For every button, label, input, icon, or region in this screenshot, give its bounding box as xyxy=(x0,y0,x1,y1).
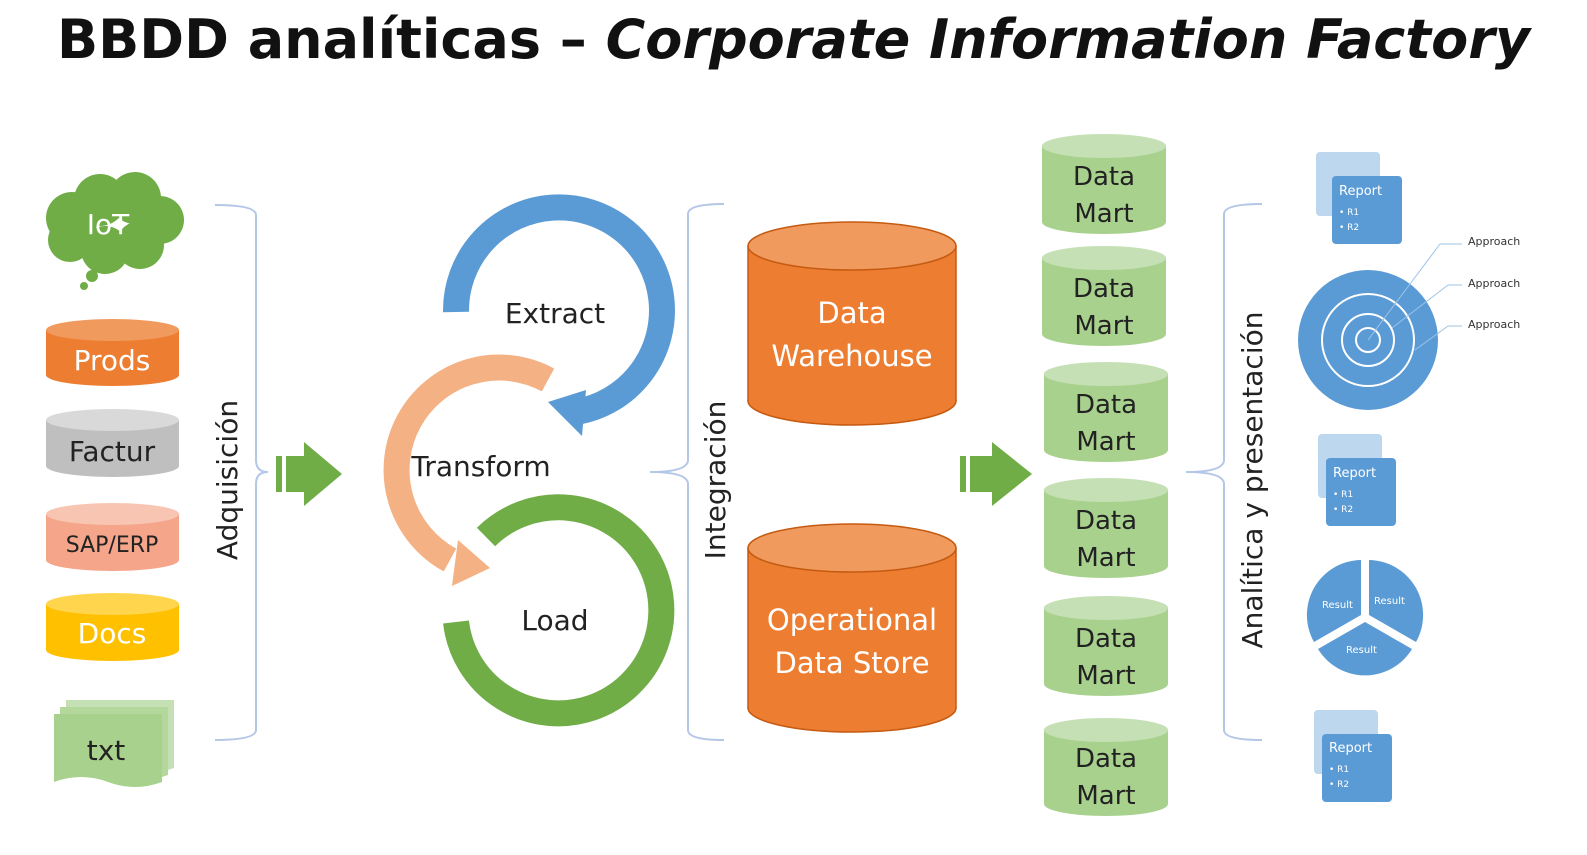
etl-extract-label: Extract xyxy=(505,297,605,330)
data-mart-2-label-2: Mart xyxy=(1074,311,1133,341)
report-2-item-1: • R1 xyxy=(1333,490,1353,500)
data-marts-column: Data Mart Data Mart Data Mart Data Mart xyxy=(1042,134,1168,816)
cif-diagram: IoT Prods Factur SAP/ERP Docs txt Adquis… xyxy=(46,134,1520,816)
approach-label-1: Approach xyxy=(1468,235,1520,248)
ods-label-2: Data Store xyxy=(774,646,929,680)
source-txt-label: txt xyxy=(87,734,126,767)
data-mart-4-label-1: Data xyxy=(1075,506,1137,536)
flow-arrow-icon xyxy=(960,442,1032,506)
stage-integration-label: Integración xyxy=(699,401,732,560)
data-warehouse: Data Warehouse xyxy=(747,221,957,426)
flow-arrow-icon xyxy=(276,442,342,506)
data-mart-5-label-2: Mart xyxy=(1076,661,1135,691)
data-mart-5: Data Mart xyxy=(1044,596,1168,696)
report-2-item-2: • R2 xyxy=(1333,505,1353,515)
etl-load-label: Load xyxy=(521,604,588,637)
data-mart-5-label-1: Data xyxy=(1075,624,1137,654)
data-mart-1: Data Mart xyxy=(1042,134,1166,234)
source-prods: Prods xyxy=(46,319,179,386)
data-mart-1-label-2: Mart xyxy=(1074,199,1133,229)
source-sap-erp-label: SAP/ERP xyxy=(66,533,159,558)
ods-label-1: Operational xyxy=(767,603,937,637)
report-output-2: Report • R1 • R2 xyxy=(1318,434,1396,526)
stage-analytics-label: Analítica y presentación xyxy=(1236,312,1269,649)
source-iot-label: IoT xyxy=(87,208,130,241)
data-warehouse-label-2: Warehouse xyxy=(771,339,932,373)
report-1-item-1: • R1 xyxy=(1339,208,1359,218)
data-mart-4: Data Mart xyxy=(1044,478,1168,578)
target-icon xyxy=(1298,243,1462,410)
result-label-1: Result xyxy=(1322,600,1353,611)
data-mart-3: Data Mart xyxy=(1044,362,1168,462)
report-3-title: Report xyxy=(1329,741,1372,756)
data-mart-2: Data Mart xyxy=(1042,246,1166,346)
result-label-3: Result xyxy=(1346,645,1377,656)
source-docs: Docs xyxy=(46,593,179,661)
data-mart-1-label-1: Data xyxy=(1073,162,1135,192)
report-output-3: Report • R1 • R2 xyxy=(1314,710,1392,802)
source-prods-label: Prods xyxy=(74,344,151,377)
data-mart-2-label-1: Data xyxy=(1073,274,1135,304)
source-factur-label: Factur xyxy=(69,435,156,468)
etl-transform-label: Transform xyxy=(410,450,550,483)
data-mart-6-label-2: Mart xyxy=(1076,781,1135,811)
report-1-title: Report xyxy=(1339,184,1382,199)
approach-label-3: Approach xyxy=(1468,318,1520,331)
approach-target-output: Approach Approach Approach xyxy=(1298,235,1520,410)
report-1-item-2: • R2 xyxy=(1339,223,1359,233)
data-mart-3-label-1: Data xyxy=(1075,390,1137,420)
source-iot: IoT xyxy=(46,172,184,290)
result-label-2: Result xyxy=(1374,596,1405,607)
source-factur: Factur xyxy=(46,409,179,477)
stage-acquisition-label: Adquisición xyxy=(211,400,244,560)
pie-icon xyxy=(1306,560,1424,676)
approach-label-2: Approach xyxy=(1468,277,1520,290)
data-mart-3-label-2: Mart xyxy=(1076,427,1135,457)
data-mart-4-label-2: Mart xyxy=(1076,543,1135,573)
data-warehouse-label-1: Data xyxy=(817,296,886,330)
report-2-title: Report xyxy=(1333,466,1376,481)
result-pie-output: Result Result Result xyxy=(1306,560,1424,676)
operational-data-store: Operational Data Store xyxy=(747,523,957,733)
report-output-1: Report • R1 • R2 xyxy=(1316,152,1402,244)
report-3-item-2: • R2 xyxy=(1329,780,1349,790)
data-mart-6: Data Mart xyxy=(1044,718,1168,816)
source-docs-label: Docs xyxy=(78,617,147,650)
report-3-item-1: • R1 xyxy=(1329,765,1349,775)
source-sap-erp: SAP/ERP xyxy=(46,503,179,571)
data-mart-6-label-1: Data xyxy=(1075,744,1137,774)
source-txt: txt xyxy=(54,700,174,787)
